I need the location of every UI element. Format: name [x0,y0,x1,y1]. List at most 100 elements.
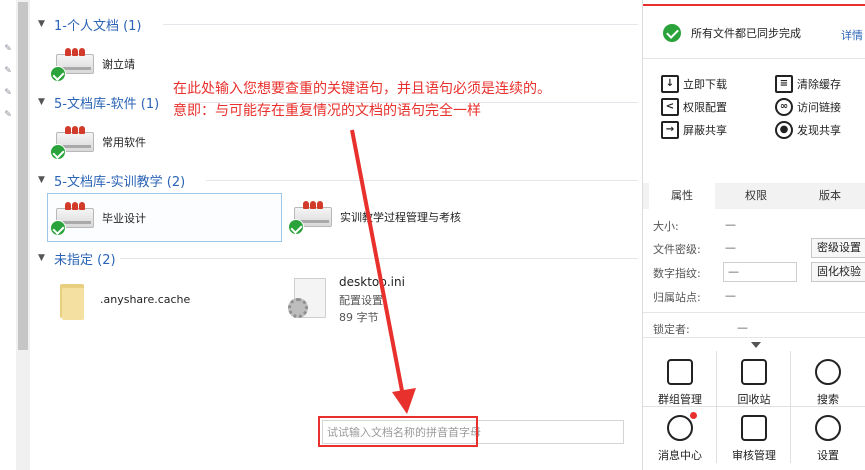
clear-cache-icon: ≡ [775,75,793,93]
size-value: — [725,218,736,231]
file-item-desktop-ini[interactable] [288,276,328,320]
synced-check-icon [288,219,304,235]
annotation-highlight-box [318,416,478,447]
action-label: 立即下载 [683,78,727,91]
synced-check-icon [50,66,66,82]
settings-file-icon [288,276,328,320]
size-label: 大小: [653,220,679,233]
divider [120,258,638,259]
group-icon [667,359,693,385]
unread-dot [690,412,697,419]
block-share-button[interactable]: → 屏蔽共享 [661,121,727,139]
tool-grid: 群组管理 回收站 搜索 消息中心 审核管理 设置 [643,351,865,470]
library-item-xielijing[interactable]: 谢立靖 [50,44,135,84]
block-share-icon: → [661,121,679,139]
scrollbar-thumb[interactable] [18,2,28,350]
item-label: 实训教学过程管理与考核 [340,211,461,224]
site-value: — [725,289,736,302]
pin-strip: ✎ ✎ ✎ ✎ [0,0,16,470]
pin-icon[interactable]: ✎ [3,88,13,98]
verify-button[interactable]: 固化校验 [811,262,865,282]
doc-library-icon [50,44,96,84]
review-management-button[interactable]: 审核管理 [717,407,791,463]
pin-icon[interactable]: ✎ [3,66,13,76]
chevron-down-icon: ▼ [38,19,45,29]
site-label: 归属站点: [653,291,701,304]
synced-check-icon [50,144,66,160]
message-center-button[interactable]: 消息中心 [643,407,717,463]
action-label: 发现共享 [797,124,841,137]
clear-cache-button[interactable]: ≡ 清除缓存 [775,75,841,93]
tool-label: 搜索 [817,393,839,406]
digital-fingerprint-field[interactable]: — [723,262,797,282]
secret-level-button[interactable]: 密级设置 [811,238,865,258]
item-label: 毕业设计 [102,211,146,225]
group-header-unassigned[interactable]: ▼ 未指定 (2) [38,249,638,268]
doc-library-icon [288,197,334,237]
download-now-button[interactable]: ↓ 立即下载 [661,75,727,93]
item-label: .anyshare.cache [100,292,191,306]
search-button[interactable]: 搜索 [791,351,865,407]
group-title: 5-文档库-实训教学 (2) [54,174,186,190]
settings-button[interactable]: 设置 [791,407,865,463]
action-label: 权限配置 [683,101,727,114]
group-title: 5-文档库-软件 (1) [54,96,160,112]
permission-config-button[interactable]: < 权限配置 [661,98,727,116]
tool-label: 群组管理 [658,393,702,406]
locker-value: — [737,321,748,334]
folder-icon [54,278,90,320]
locker-label: 锁定者: [653,323,690,336]
secret-level-value: — [725,241,736,254]
action-label: 访问链接 [797,101,841,114]
synced-check-icon [50,219,66,236]
tool-label: 消息中心 [658,449,702,462]
panel-accent-line [643,4,865,6]
pin-icon[interactable]: ✎ [3,110,13,120]
check-circle-icon [663,24,681,42]
recycle-bin-button[interactable]: 回收站 [717,351,791,407]
detail-panel: 所有文件都已同步完成 详情 ↓ 立即下载 ≡ 清除缓存 < 权限配置 ∞ 访问链… [642,0,865,470]
doc-library-icon [50,122,96,162]
access-link-button[interactable]: ∞ 访问链接 [775,98,841,116]
group-header-personal[interactable]: ▼ 1-个人文档 (1) [38,15,638,34]
download-icon: ↓ [661,75,679,93]
discover-share-button[interactable]: ● 发现共享 [775,121,841,139]
sync-status-text: 所有文件都已同步完成 [691,27,801,40]
collapse-arrow-icon[interactable] [751,342,761,348]
tab-versions[interactable]: 版本 [797,183,863,209]
review-icon [741,415,767,441]
secret-level-label: 文件密级: [653,243,701,256]
pin-icon[interactable]: ✎ [3,44,13,54]
link-icon: ∞ [775,98,793,116]
eye-icon: ● [775,121,793,139]
item-label: 常用软件 [102,136,146,149]
divider [163,24,638,25]
item-label: 谢立靖 [102,58,135,71]
action-label: 清除缓存 [797,78,841,91]
file-size: 89 字节 [339,311,379,324]
vertical-scrollbar[interactable] [16,0,30,470]
library-item-training-management[interactable]: 实训教学过程管理与考核 [288,197,461,237]
library-item-graduation-design[interactable]: 毕业设计 [47,193,282,242]
chevron-down-icon: ▼ [38,253,45,263]
doc-library-icon [50,198,96,238]
group-title: 未指定 (2) [54,252,116,268]
library-item-common-software[interactable]: 常用软件 [50,122,146,162]
divider [206,180,638,181]
chat-icon [667,415,693,441]
chevron-down-icon: ▼ [38,97,45,107]
divider [643,58,865,59]
tool-label: 设置 [817,449,839,462]
group-title: 1-个人文档 (1) [54,18,142,34]
property-tabs: 属性 权限 版本 [643,183,865,209]
gear-icon [815,415,841,441]
group-management-button[interactable]: 群组管理 [643,351,717,407]
file-name: desktop.ini [339,275,405,289]
folder-item-anyshare-cache[interactable]: .anyshare.cache [54,278,190,320]
tab-permissions[interactable]: 权限 [723,183,789,209]
action-label: 屏蔽共享 [683,124,727,137]
share-icon: < [661,98,679,116]
sync-detail-link[interactable]: 详情 [841,27,863,43]
group-header-training[interactable]: ▼ 5-文档库-实训教学 (2) [38,171,638,190]
tab-properties[interactable]: 属性 [649,183,715,209]
